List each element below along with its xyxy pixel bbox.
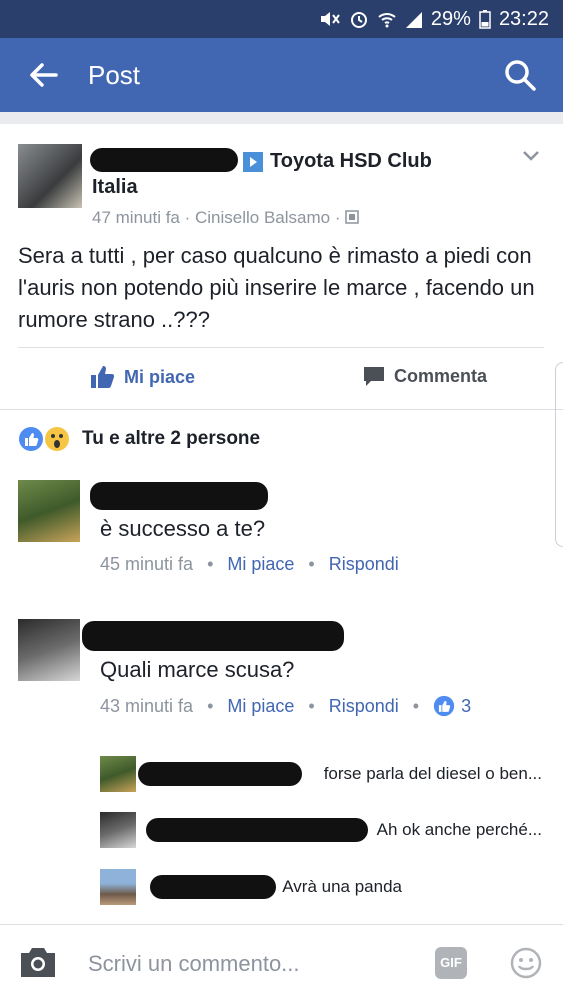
status-bar: 29% 23:22 [0, 0, 563, 38]
separator-dot: • [308, 695, 315, 716]
redacted-author-name [90, 148, 238, 172]
comment-icon [364, 367, 384, 386]
redacted-commenter-name [90, 482, 268, 510]
commenter-avatar[interactable] [18, 619, 80, 681]
gif-button[interactable]: GIF [435, 947, 467, 979]
separator-dot: • [207, 554, 214, 574]
group-name[interactable]: Toyota HSD Club [270, 150, 432, 173]
commenter-avatar[interactable] [18, 480, 80, 542]
wow-reaction-icon [45, 427, 69, 451]
reply-preview[interactable]: Ah ok anche perché... [100, 812, 550, 850]
signal-icon [405, 12, 422, 28]
separator-dot: • [308, 554, 315, 574]
mute-icon [320, 12, 340, 26]
privacy-icon [345, 210, 359, 224]
reply-preview[interactable]: Avrà una panda [100, 869, 550, 907]
comment-input[interactable]: Scrivi un commento... [88, 951, 300, 977]
comment-label: Commenta [394, 365, 488, 386]
chevron-down-icon[interactable] [520, 144, 542, 166]
comment-composer: Scrivi un commento... GIF [0, 924, 563, 1000]
camera-icon[interactable] [18, 945, 58, 979]
author-avatar[interactable] [18, 144, 82, 208]
group-name-cont[interactable]: Italia [92, 176, 138, 199]
back-arrow-icon[interactable] [26, 58, 60, 92]
reply-text: forse parla del diesel o ben... [323, 764, 542, 783]
reply-avatar [100, 869, 136, 905]
reply-text: Avrà una panda [282, 877, 402, 896]
battery-percent: 29% [430, 7, 471, 30]
divider [18, 347, 544, 348]
redacted-commenter-name [82, 621, 344, 651]
post-body: Sera a tutti , per caso qualcuno è rimas… [18, 243, 535, 332]
comment-reply-link[interactable]: Rispondi [329, 696, 399, 717]
comment-text: Quali marce scusa? [100, 657, 295, 682]
alarm-icon [350, 12, 367, 28]
like-reaction-icon [433, 695, 455, 717]
comment-meta: 43 minuti fa • Mi piace • Rispondi • 3 [100, 695, 471, 717]
comment-time: 45 minuti fa [100, 554, 194, 574]
comment-like-count[interactable]: 3 [461, 696, 471, 717]
comment-like-link[interactable]: Mi piace [227, 554, 294, 575]
reactions-text: Tu e altre 2 persone [82, 428, 261, 449]
like-label: Mi piace [124, 366, 196, 387]
reply-avatar [100, 756, 136, 792]
search-icon[interactable] [503, 58, 537, 92]
battery-icon [479, 10, 491, 29]
redacted-reply-name [138, 762, 302, 786]
scroll-indicator [555, 362, 563, 547]
divider [0, 409, 563, 410]
like-button[interactable]: Mi piace [90, 364, 195, 390]
arrow-right-icon [243, 152, 263, 172]
comment-button[interactable]: Commenta [362, 364, 487, 388]
clock: 23:22 [498, 7, 549, 30]
reactions-summary[interactable]: Tu e altre 2 persone [18, 426, 260, 452]
comment-time: 43 minuti fa [100, 695, 194, 716]
reply-avatar [100, 812, 136, 848]
post-actions: Mi piace Commenta [0, 358, 563, 404]
app-bar: Post [0, 38, 563, 112]
post-meta-text: 47 minuti fa · Cinisello Balsamo · [92, 208, 341, 227]
separator-dot: • [412, 695, 420, 716]
wifi-icon [378, 13, 396, 28]
section-gap [0, 112, 563, 124]
comment-meta: 45 minuti fa • Mi piace • Rispondi [100, 554, 399, 575]
comment-like-link[interactable]: Mi piace [227, 696, 294, 717]
comment-text: è successo a te? [100, 516, 266, 541]
reply-preview[interactable]: forse parla del diesel o ben... [100, 756, 550, 794]
sticker-icon[interactable] [510, 947, 542, 979]
redacted-reply-name [150, 875, 276, 899]
redacted-reply-name [146, 818, 368, 842]
post-meta: 47 minuti fa · Cinisello Balsamo · [92, 208, 359, 228]
comment-reply-link[interactable]: Rispondi [329, 554, 399, 575]
thumbs-up-icon [91, 366, 115, 388]
separator-dot: • [207, 695, 214, 716]
like-reaction-icon [19, 427, 43, 451]
page-title: Post [88, 60, 141, 90]
reply-text: Ah ok anche perché... [376, 820, 542, 839]
